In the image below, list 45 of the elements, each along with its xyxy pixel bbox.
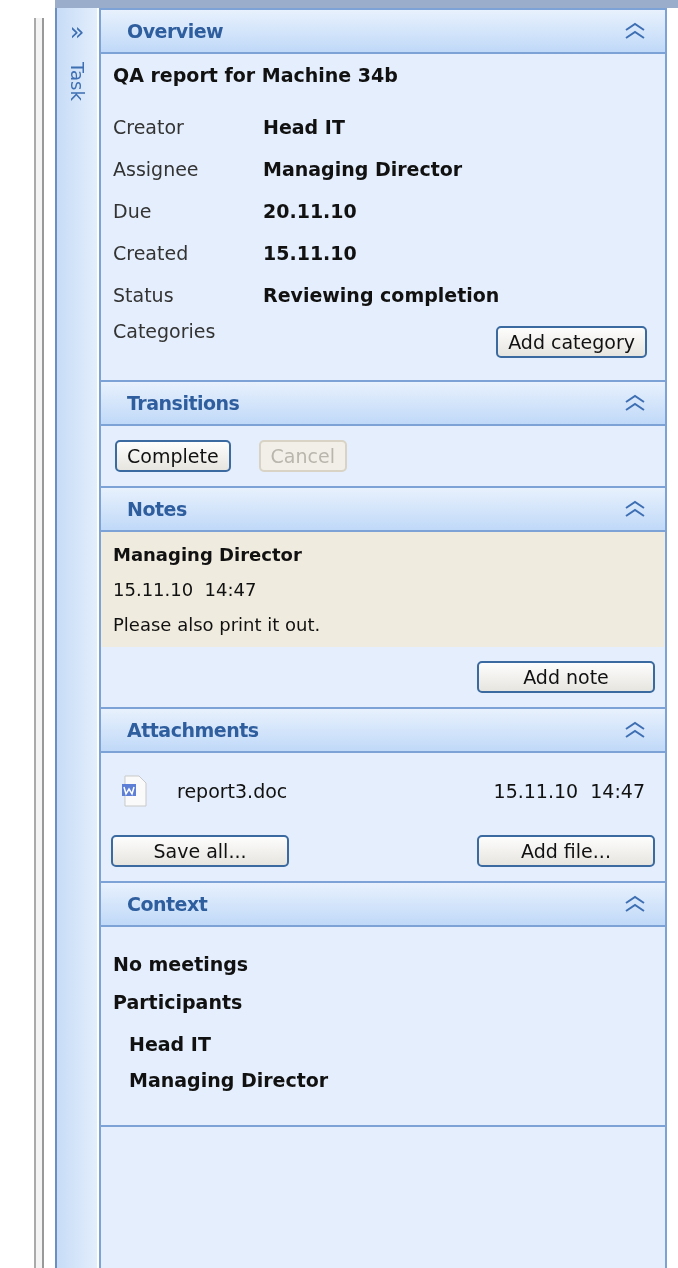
field-label: Created bbox=[113, 242, 190, 264]
task-title: QA report for Machine 34b bbox=[112, 63, 399, 86]
field-value: 15.11.10 bbox=[263, 242, 358, 264]
collapse-icon[interactable] bbox=[623, 394, 647, 412]
section-title: Attachments bbox=[127, 719, 259, 741]
add-category-button[interactable]: Add category bbox=[496, 326, 647, 358]
attachment-button[interactable]: Add file... bbox=[477, 835, 655, 867]
file-time: 15.11.10 14:47 bbox=[493, 780, 645, 802]
field-label: Due bbox=[113, 200, 153, 222]
collapse-icon[interactable] bbox=[623, 500, 647, 518]
transition-button[interactable]: Complete bbox=[115, 440, 231, 472]
section-header[interactable]: Notes bbox=[101, 486, 665, 532]
meetings-status: No meetings bbox=[113, 952, 250, 975]
field-label: Status bbox=[113, 284, 175, 306]
add-note-button[interactable]: Add note bbox=[477, 661, 655, 693]
section-title: Notes bbox=[127, 498, 187, 520]
section-header[interactable]: Overview bbox=[101, 8, 665, 54]
participant-name: Head IT bbox=[128, 1032, 212, 1055]
section-header[interactable]: Attachments bbox=[101, 707, 665, 753]
section-header[interactable]: Transitions bbox=[101, 380, 665, 426]
note-author: Managing Director bbox=[113, 544, 303, 565]
side-tab-label: Task bbox=[66, 62, 88, 101]
file-name[interactable]: report3.doc bbox=[147, 780, 494, 802]
field-value: Managing Director bbox=[263, 158, 464, 180]
participant-name: Managing Director bbox=[128, 1068, 330, 1091]
note-time: 15.11.10 14:47 bbox=[113, 579, 258, 600]
field-value: Reviewing completion bbox=[263, 284, 501, 306]
field-label: Assignee bbox=[113, 158, 200, 180]
collapse-icon[interactable] bbox=[623, 895, 647, 913]
note-text: Please also print it out. bbox=[113, 614, 322, 635]
field-value: 20.11.10 bbox=[263, 200, 358, 222]
side-tab[interactable]: » Task bbox=[55, 8, 97, 1268]
field-label: Categories bbox=[113, 320, 216, 342]
collapse-icon[interactable] bbox=[623, 721, 647, 739]
participants-label: Participants bbox=[113, 990, 244, 1015]
section-title: Overview bbox=[127, 20, 224, 42]
field-value: Head IT bbox=[263, 116, 346, 138]
collapse-icon[interactable] bbox=[623, 22, 647, 40]
expand-button[interactable]: » bbox=[69, 20, 85, 44]
attachment-button[interactable]: Save all... bbox=[111, 835, 289, 867]
document-icon bbox=[121, 775, 147, 807]
section-title: Transitions bbox=[127, 392, 240, 414]
section-header[interactable]: Context bbox=[101, 881, 665, 927]
field-label: Creator bbox=[113, 116, 185, 138]
section-title: Context bbox=[127, 893, 208, 915]
